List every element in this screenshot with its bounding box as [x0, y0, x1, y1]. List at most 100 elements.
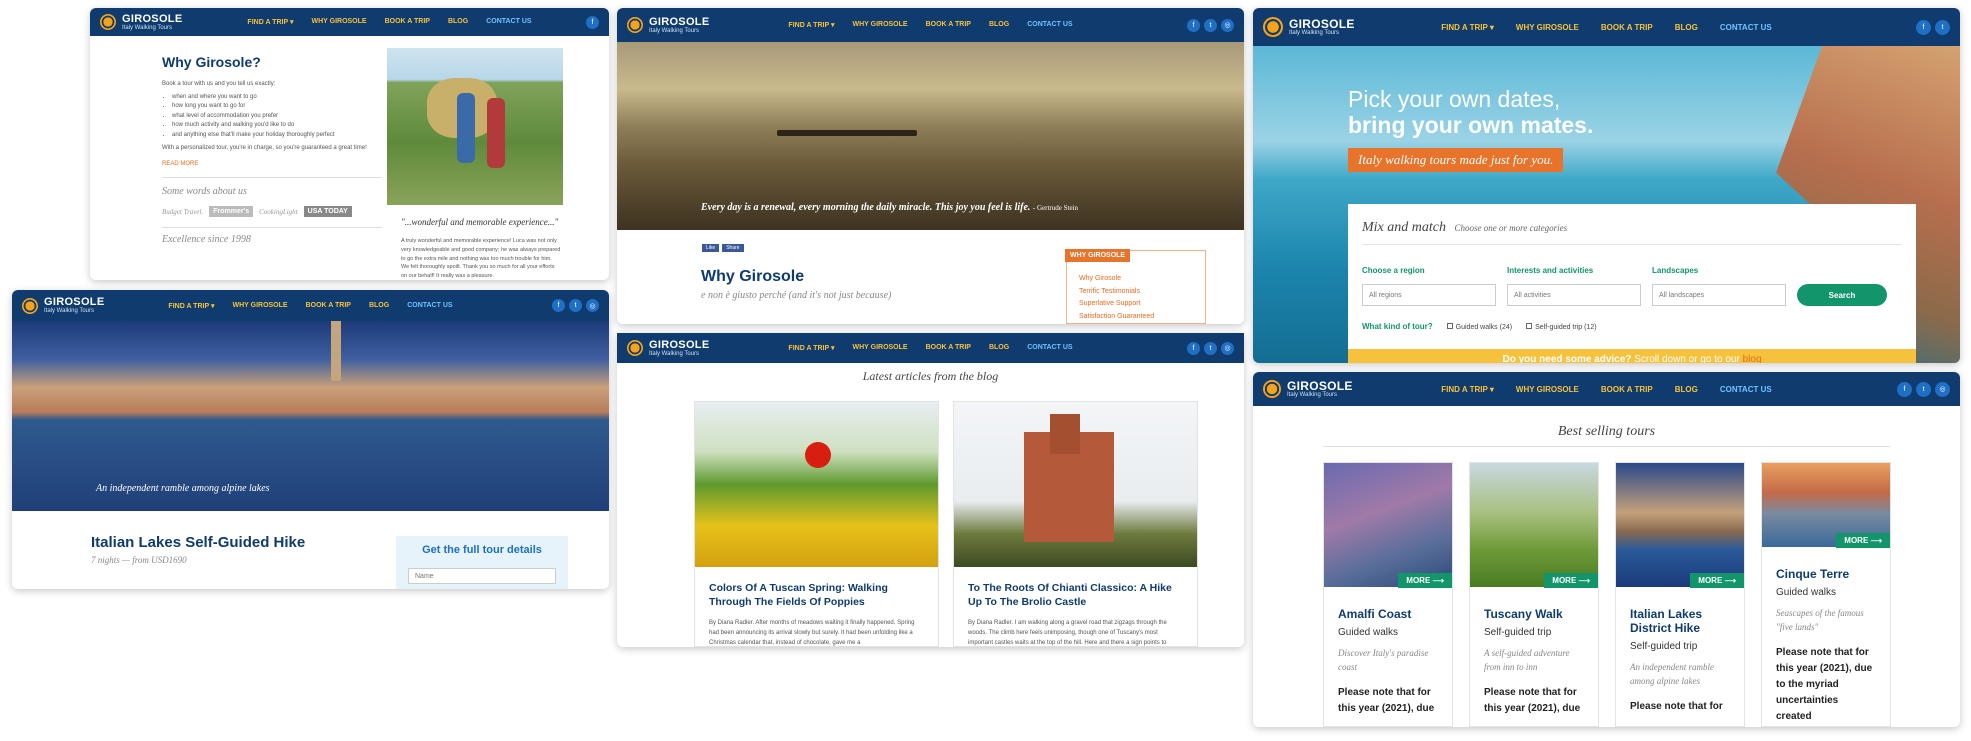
menu-contact[interactable]: CONTACT US [1027, 344, 1072, 352]
more-button[interactable]: MORE ⟶ [1398, 573, 1452, 588]
twitter-icon[interactable]: t [569, 299, 582, 312]
region-select[interactable]: All regions [1362, 284, 1496, 306]
menu-contact[interactable]: CONTACT US [486, 18, 531, 26]
more-button[interactable]: MORE ⟶ [1544, 573, 1598, 588]
tour-note: Please note that for this year (2021), d… [1338, 686, 1435, 714]
hero-caption: An independent ramble among alpine lakes [96, 483, 270, 494]
menu-why[interactable]: WHY GIROSOLE [852, 344, 907, 352]
panel-best-selling: GIROSOLE Italy Walking Tours FIND A TRIP … [1253, 372, 1960, 727]
tour-card[interactable]: MORE ⟶ Italian Lakes District Hike Self-… [1615, 462, 1745, 727]
menu-blog[interactable]: BLOG [989, 21, 1009, 29]
tour-card[interactable]: MORE ⟶ Cinque Terre Guided walks Seascap… [1761, 462, 1891, 727]
tour-card[interactable]: MORE ⟶ Tuscany Walk Self-guided trip A s… [1469, 462, 1599, 727]
menu-why[interactable]: WHY GIROSOLE [1516, 385, 1579, 394]
article-title[interactable]: Colors Of A Tuscan Spring: Walking Throu… [709, 581, 924, 609]
sidebar-link[interactable]: Superlative Support [1079, 298, 1154, 311]
menu-why[interactable]: WHY GIROSOLE [311, 18, 366, 26]
tour-name[interactable]: Cinque Terre [1776, 567, 1876, 581]
menu-blog[interactable]: BLOG [448, 18, 468, 26]
tour-name[interactable]: Tuscany Walk [1484, 607, 1584, 621]
menu-contact[interactable]: CONTACT US [1027, 21, 1072, 29]
menu-why[interactable]: WHY GIROSOLE [232, 302, 287, 310]
name-input[interactable]: Name [408, 568, 556, 584]
menu-book[interactable]: BOOK A TRIP [1601, 23, 1653, 32]
logo[interactable]: GIROSOLE Italy Walking Tours [100, 13, 182, 31]
landscapes-select[interactable]: All landscapes [1652, 284, 1786, 306]
more-button[interactable]: MORE ⟶ [1690, 573, 1744, 588]
article-title[interactable]: To The Roots Of Chianti Classico: A Hike… [968, 581, 1183, 609]
headline-line-2: bring your own mates. [1348, 112, 1594, 139]
twitter-icon[interactable]: t [1916, 381, 1931, 397]
article-card[interactable]: Colors Of A Tuscan Spring: Walking Throu… [694, 401, 939, 647]
facebook-like-button[interactable]: Like [702, 244, 720, 252]
instagram-icon[interactable]: ◎ [1221, 18, 1234, 32]
logo[interactable]: GIROSOLE Italy Walking Tours [22, 297, 104, 314]
menu-blog[interactable]: BLOG [1675, 385, 1698, 394]
menu-contact[interactable]: CONTACT US [1720, 23, 1772, 32]
tour-desc: Discover Italy's paradise coast [1338, 648, 1429, 673]
tour-kind-label: What kind of tour? [1362, 322, 1433, 331]
press-logo: CookingLight [259, 207, 298, 216]
facebook-icon[interactable]: f [1187, 341, 1200, 355]
menu-why[interactable]: WHY GIROSOLE [1516, 23, 1579, 32]
menu-book[interactable]: BOOK A TRIP [926, 344, 971, 352]
poppies-photo [695, 402, 938, 567]
panel-why-girosole: GIROSOLE Italy Walking Tours FIND A TRIP … [90, 8, 609, 280]
menu-why[interactable]: WHY GIROSOLE [852, 21, 907, 29]
twitter-icon[interactable]: t [1935, 19, 1950, 35]
facebook-icon[interactable]: f [1187, 18, 1200, 32]
menu-blog[interactable]: BLOG [1675, 23, 1698, 32]
facebook-icon[interactable]: f [586, 15, 599, 29]
facebook-icon[interactable]: f [552, 299, 565, 312]
more-label: MORE [1552, 576, 1577, 585]
menu-book[interactable]: BOOK A TRIP [385, 18, 430, 26]
menu-find-trip[interactable]: FIND A TRIP ▾ [168, 302, 214, 310]
menu-blog[interactable]: BLOG [369, 302, 389, 310]
instagram-icon[interactable]: ◎ [1935, 381, 1950, 397]
twitter-icon[interactable]: t [1204, 18, 1217, 32]
bullet-list: when and where you want to go how long y… [162, 93, 382, 141]
menu-contact[interactable]: CONTACT US [1720, 385, 1772, 394]
guided-walks-checkbox[interactable]: Guided walks (24) [1446, 322, 1512, 331]
instagram-icon[interactable]: ◎ [1221, 341, 1234, 355]
sidebar-link[interactable]: Why Girosole [1079, 273, 1154, 286]
facebook-share-button[interactable]: Share [722, 244, 744, 252]
menu-book[interactable]: BOOK A TRIP [926, 21, 971, 29]
sun-logo-icon [627, 340, 643, 356]
facebook-icon[interactable]: f [1916, 19, 1931, 35]
logo[interactable]: GIROSOLE Italy Walking Tours [627, 16, 709, 34]
menu-find-trip[interactable]: FIND A TRIP ▾ [788, 21, 834, 29]
menu-find-trip[interactable]: FIND A TRIP ▾ [247, 18, 293, 26]
read-more-link[interactable]: READ MORE [162, 161, 382, 167]
menu-blog[interactable]: BLOG [989, 344, 1009, 352]
more-button[interactable]: MORE ⟶ [1836, 533, 1890, 548]
tour-card[interactable]: MORE ⟶ Amalfi Coast Guided walks Discove… [1323, 462, 1453, 727]
facebook-icon[interactable]: f [1897, 381, 1912, 397]
menu-find-trip[interactable]: FIND A TRIP ▾ [1441, 385, 1494, 394]
instagram-icon[interactable]: ◎ [586, 299, 599, 312]
twitter-icon[interactable]: t [1204, 341, 1217, 355]
interests-select[interactable]: All activities [1507, 284, 1641, 306]
search-button[interactable]: Search [1797, 284, 1887, 306]
testimonial-text: A truly wonderful and memorable experien… [401, 238, 561, 280]
menu-book[interactable]: BOOK A TRIP [306, 302, 351, 310]
sidebar-link[interactable]: Terrific Testimonials [1079, 286, 1154, 299]
sidebar-link[interactable]: Satisfaction Guaranteed [1079, 311, 1154, 324]
logo[interactable]: GIROSOLE Italy Walking Tours [1263, 17, 1355, 37]
logo[interactable]: GIROSOLE Italy Walking Tours [1263, 380, 1353, 398]
tour-name[interactable]: Italian Lakes District Hike [1630, 607, 1730, 635]
lakes-photo: MORE ⟶ [1616, 463, 1744, 588]
tour-note: Please note that for this year (2021), d… [1776, 646, 1873, 722]
tour-name[interactable]: Amalfi Coast [1338, 607, 1438, 621]
article-card[interactable]: To The Roots Of Chianti Classico: A Hike… [953, 401, 1198, 647]
testimonial-quote: "...wonderful and memorable experience..… [401, 217, 559, 227]
menu-book[interactable]: BOOK A TRIP [1601, 385, 1653, 394]
advice-blog-link[interactable]: blog [1743, 354, 1762, 363]
menu-find-trip[interactable]: FIND A TRIP ▾ [788, 344, 834, 352]
menu-contact[interactable]: CONTACT US [407, 302, 452, 310]
tour-desc: Seascapes of the famous "five lands" [1776, 608, 1864, 633]
self-guided-checkbox[interactable]: Self-guided trip (12) [1526, 322, 1597, 331]
logo[interactable]: GIROSOLE Italy Walking Tours [627, 339, 709, 357]
section-title: Why Girosole [701, 268, 805, 285]
menu-find-trip[interactable]: FIND A TRIP ▾ [1441, 23, 1494, 32]
